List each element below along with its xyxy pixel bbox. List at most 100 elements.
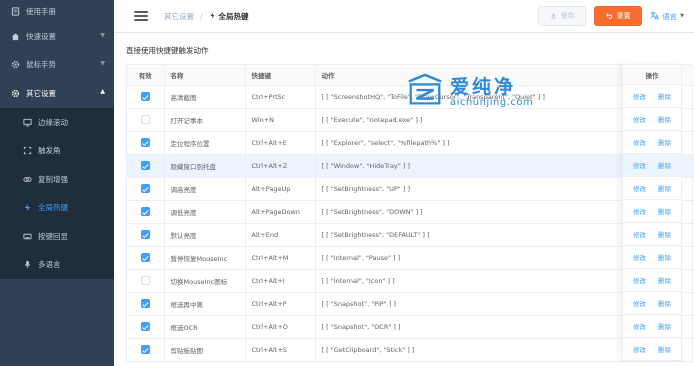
delete-link[interactable]: 删除 [658, 252, 671, 262]
enabled-checkbox[interactable] [140, 230, 150, 239]
table-row[interactable]: 框选再中离 Ctrl+Alt+P[ [ "Snapshot", "PiP" ] ] [127, 292, 694, 316]
enabled-cell [127, 292, 165, 316]
breadcrumb: 其它设置 / 全局热键 [164, 11, 249, 22]
enabled-checkbox[interactable] [140, 115, 150, 124]
edit-link[interactable]: 修改 [633, 229, 646, 239]
ops-cell: 修改 删除 [623, 131, 681, 154]
translate-icon [650, 11, 660, 22]
chevron-down-icon: ▼ [100, 60, 105, 67]
hotkey-cell: Ctrl+Alt+E [245, 131, 316, 155]
enabled-cell [127, 223, 165, 247]
name-cell: 默认亮度 [164, 223, 246, 247]
reset-button[interactable]: 重置 [594, 6, 643, 26]
name-cell: 调低亮度 [164, 200, 246, 224]
edit-link[interactable]: 修改 [633, 298, 646, 308]
table-row[interactable]: 切换MouseInc图标 Ctrl+Alt+I[ [ "Internal", "I… [127, 269, 694, 293]
edit-link[interactable]: 修改 [633, 137, 646, 147]
ops-cell: 修改 删除 [623, 154, 681, 177]
enabled-checkbox[interactable] [140, 299, 150, 308]
download-icon [550, 12, 557, 21]
mic-icon [22, 260, 32, 270]
delete-link[interactable]: 删除 [658, 137, 671, 147]
enabled-checkbox[interactable] [140, 92, 150, 101]
watermark-text: 爱纯净 [450, 76, 517, 98]
edit-link[interactable]: 修改 [633, 321, 646, 331]
sidebar-item-mouse-gesture[interactable]: 鼠标手势 ▼ [0, 50, 114, 78]
sidebar-item-label: 多语言 [38, 260, 61, 270]
hotkey-cell: Ctrl+Alt+O [245, 315, 316, 339]
column-header-enabled: 有效 [127, 65, 165, 86]
delete-link[interactable]: 删除 [658, 298, 671, 308]
delete-link[interactable]: 删除 [658, 91, 671, 101]
name-cell: 打开记事本 [164, 108, 246, 132]
edit-link[interactable]: 修改 [633, 91, 646, 101]
caret-down-icon: ▼ [680, 13, 684, 19]
delete-link[interactable]: 删除 [658, 275, 671, 285]
monitor-icon [22, 117, 32, 127]
edit-link[interactable]: 修改 [633, 183, 646, 193]
hotkey-cell: Ctrl+PrtSc [245, 85, 316, 109]
edit-link[interactable]: 修改 [633, 114, 646, 124]
sidebar-item-quick-settings[interactable]: 快速设置 ▼ [0, 22, 114, 50]
sidebar-item-label: 触发角 [38, 146, 61, 156]
sidebar-item-trigger-corner[interactable]: 触发角 [0, 137, 114, 166]
breadcrumb-parent[interactable]: 其它设置 [164, 11, 194, 22]
sidebar-item-label: 使用手册 [26, 6, 56, 16]
save-button[interactable]: 保存 [538, 6, 587, 26]
enabled-checkbox[interactable] [140, 345, 150, 354]
delete-link[interactable]: 删除 [658, 344, 671, 354]
table-row[interactable]: 默认亮度 Alt+End[ [ "SetBrightness", "DEFAULT… [127, 223, 694, 247]
enabled-checkbox[interactable] [140, 207, 150, 216]
delete-link[interactable]: 删除 [658, 206, 671, 216]
hotkey-cell: Alt+PageDown [245, 200, 316, 224]
table-row[interactable]: 调高亮度 Alt+PageUp[ [ "SetBrightness", "UP" … [127, 177, 694, 201]
ops-cell: 修改 删除 [623, 292, 681, 315]
delete-link[interactable]: 删除 [658, 183, 671, 193]
enabled-cell [127, 338, 165, 362]
sidebar-item-label: 全局热键 [38, 203, 68, 213]
table-row[interactable]: 定位程序位置 Ctrl+Alt+E[ [ "Explorer", "select"… [127, 131, 694, 155]
sidebar-item-global-hotkey[interactable]: 全局热键 [0, 194, 114, 223]
enabled-checkbox[interactable] [140, 322, 150, 331]
sidebar-item-other-settings[interactable]: 其它设置 ▲ [0, 78, 114, 108]
table-row[interactable]: 框选OCR Ctrl+Alt+O[ [ "Snapshot", "OCR" ] ] [127, 315, 694, 339]
table-row[interactable]: 剪贴板贴图 Ctrl+Alt+S[ [ "GetClipboard", "Stic… [127, 338, 694, 362]
name-cell: 高清截图 [164, 85, 246, 109]
enabled-checkbox[interactable] [140, 253, 150, 262]
hotkey-cell: Ctrl+Alt+P [245, 292, 316, 316]
undo-icon [605, 12, 613, 21]
chevron-down-icon: ▼ [100, 32, 105, 39]
enabled-checkbox[interactable] [140, 276, 150, 285]
enabled-checkbox[interactable] [140, 184, 150, 193]
sidebar-item-copy-enhance[interactable]: 复制增强 [0, 165, 114, 194]
column-header-hotkey: 快捷键 [245, 65, 316, 86]
edit-link[interactable]: 修改 [633, 275, 646, 285]
enabled-cell [127, 154, 165, 178]
name-cell: 定位程序位置 [164, 131, 246, 155]
edit-link[interactable]: 修改 [633, 160, 646, 170]
keyboard-icon [22, 231, 32, 241]
delete-link[interactable]: 删除 [658, 321, 671, 331]
edit-link[interactable]: 修改 [633, 344, 646, 354]
sidebar-item-key-echo[interactable]: 按键回显 [0, 222, 114, 251]
delete-link[interactable]: 删除 [658, 160, 671, 170]
table-row[interactable]: 暂停恢复MouseInc Ctrl+Alt+M[ [ "Internal", "P… [127, 246, 694, 270]
enabled-checkbox[interactable] [140, 161, 150, 170]
hotkey-cell: Ctrl+Alt+I [245, 269, 316, 293]
enabled-checkbox[interactable] [140, 138, 150, 147]
hotkey-cell: Ctrl+Alt+Z [245, 154, 316, 178]
sidebar-item-multi-language[interactable]: 多语言 [0, 251, 114, 280]
edit-link[interactable]: 修改 [633, 252, 646, 262]
edit-link[interactable]: 修改 [633, 206, 646, 216]
language-dropdown[interactable]: 语言 ▼ [650, 11, 684, 22]
ops-cell: 修改 删除 [623, 338, 681, 361]
delete-link[interactable]: 删除 [658, 114, 671, 124]
sidebar-item-manual[interactable]: 使用手册 [0, 0, 114, 22]
table-row[interactable]: 调低亮度 Alt+PageDown[ [ "SetBrightness", "DO… [127, 200, 694, 224]
breadcrumb-current: 全局热键 [209, 11, 249, 22]
sidebar-item-edge-scroll[interactable]: 边缘滚动 [0, 108, 114, 137]
hamburger-menu-icon[interactable] [134, 11, 148, 21]
delete-link[interactable]: 删除 [658, 229, 671, 239]
table-row[interactable]: 隐藏窗口到托盘 Ctrl+Alt+Z[ [ "Window", "HideTray… [127, 154, 694, 178]
top-header: 其它设置 / 全局热键 保存 重置 语言 ▼ [114, 0, 694, 33]
